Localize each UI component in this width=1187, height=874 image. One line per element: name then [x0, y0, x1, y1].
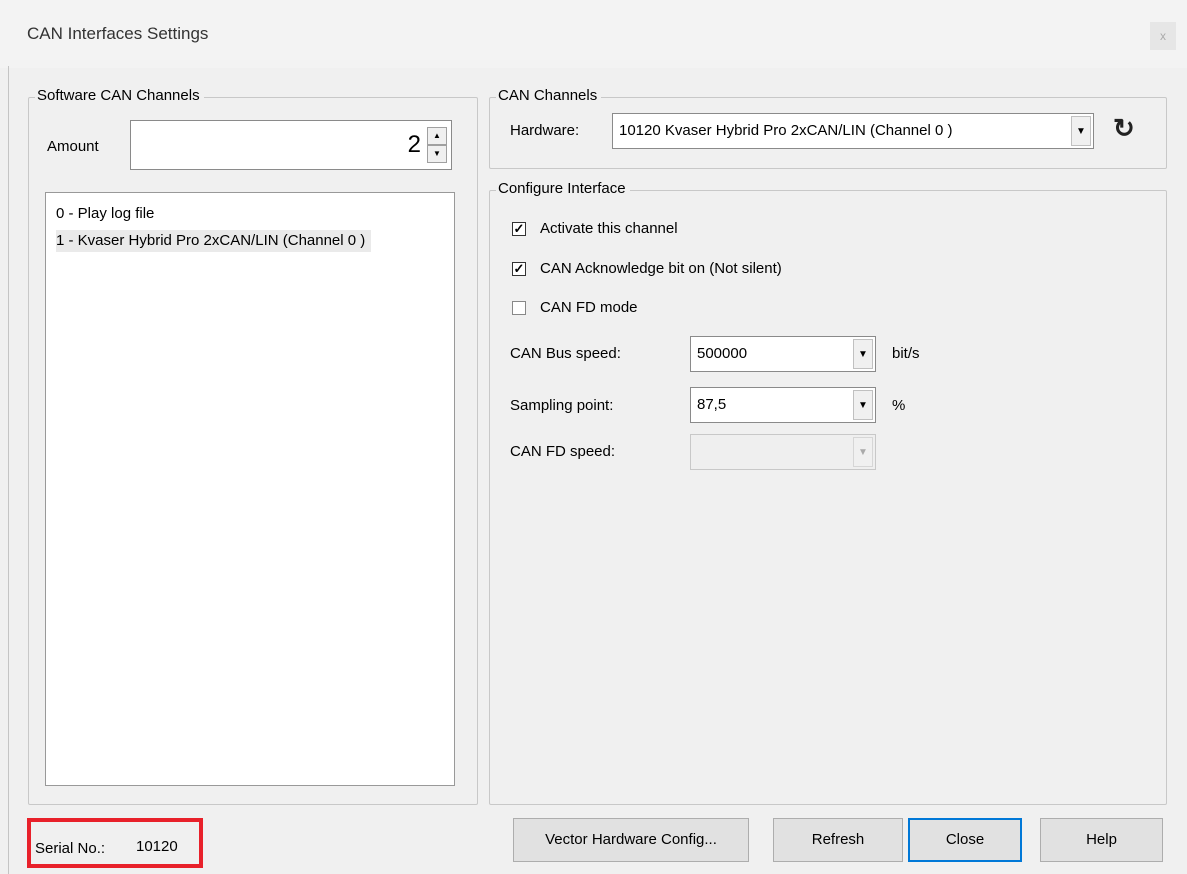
hardware-label: Hardware:	[510, 122, 580, 139]
can-channels-title: CAN Channels	[496, 87, 602, 104]
channel-list[interactable]: 0 - Play log file 1 - Kvaser Hybrid Pro …	[45, 192, 455, 786]
spin-down-button[interactable]: ▼	[427, 145, 447, 163]
can-fd-mode-checkbox[interactable]	[512, 301, 526, 315]
bus-speed-value: 500000	[697, 345, 748, 362]
close-button[interactable]: Close	[908, 818, 1022, 862]
serial-number-value: 10120	[136, 838, 178, 855]
fd-speed-select[interactable]: ▼	[690, 434, 876, 470]
amount-value: 2	[407, 131, 421, 158]
sampling-point-value: 87,5	[697, 396, 727, 413]
amount-spinner[interactable]: 2 ▲ ▼	[130, 120, 452, 170]
bus-speed-label: CAN Bus speed:	[510, 345, 621, 362]
sampling-point-label: Sampling point:	[510, 397, 614, 414]
chevron-down-icon: ▼	[853, 339, 873, 369]
ack-bit-label: CAN Acknowledge bit on (Not silent)	[540, 260, 782, 277]
hardware-select[interactable]: 10120 Kvaser Hybrid Pro 2xCAN/LIN (Chann…	[612, 113, 1094, 149]
activate-channel-label: Activate this channel	[540, 220, 678, 237]
amount-spin-buttons: ▲ ▼	[427, 127, 447, 165]
title-bar: CAN Interfaces Settings x	[0, 0, 1187, 68]
software-can-channels-title: Software CAN Channels	[35, 87, 204, 104]
serial-number-box: Serial No.: 10120	[27, 818, 203, 868]
configure-interface-group: Configure Interface	[489, 180, 1167, 805]
chevron-down-icon: ▼	[1071, 116, 1091, 146]
list-item[interactable]: 1 - Kvaser Hybrid Pro 2xCAN/LIN (Channel…	[56, 230, 372, 252]
close-window-button[interactable]: x	[1150, 22, 1176, 50]
help-button[interactable]: Help	[1040, 818, 1163, 862]
bus-speed-unit: bit/s	[892, 345, 920, 362]
hardware-value: 10120 Kvaser Hybrid Pro 2xCAN/LIN (Chann…	[619, 122, 953, 139]
refresh-icon[interactable]: ↻	[1113, 113, 1135, 144]
can-fd-mode-label: CAN FD mode	[540, 299, 638, 316]
chevron-down-icon: ▼	[853, 390, 873, 420]
window-left-border	[8, 66, 9, 874]
sampling-point-select[interactable]: 87,5 ▼	[690, 387, 876, 423]
amount-label: Amount	[47, 138, 99, 155]
fd-speed-label: CAN FD speed:	[510, 443, 616, 460]
bus-speed-select[interactable]: 500000 ▼	[690, 336, 876, 372]
configure-interface-title: Configure Interface	[496, 180, 630, 197]
window-title: CAN Interfaces Settings	[27, 24, 209, 43]
serial-number-label: Serial No.:	[35, 840, 106, 857]
ack-bit-checkbox[interactable]: ✓	[512, 262, 526, 276]
vector-hardware-config-button[interactable]: Vector Hardware Config...	[513, 818, 749, 862]
list-item[interactable]: 0 - Play log file	[56, 203, 160, 225]
activate-channel-checkbox[interactable]: ✓	[512, 222, 526, 236]
chevron-down-icon: ▼	[853, 437, 873, 467]
spin-up-button[interactable]: ▲	[427, 127, 447, 145]
refresh-button[interactable]: Refresh	[773, 818, 903, 862]
sampling-point-unit: %	[892, 397, 906, 414]
